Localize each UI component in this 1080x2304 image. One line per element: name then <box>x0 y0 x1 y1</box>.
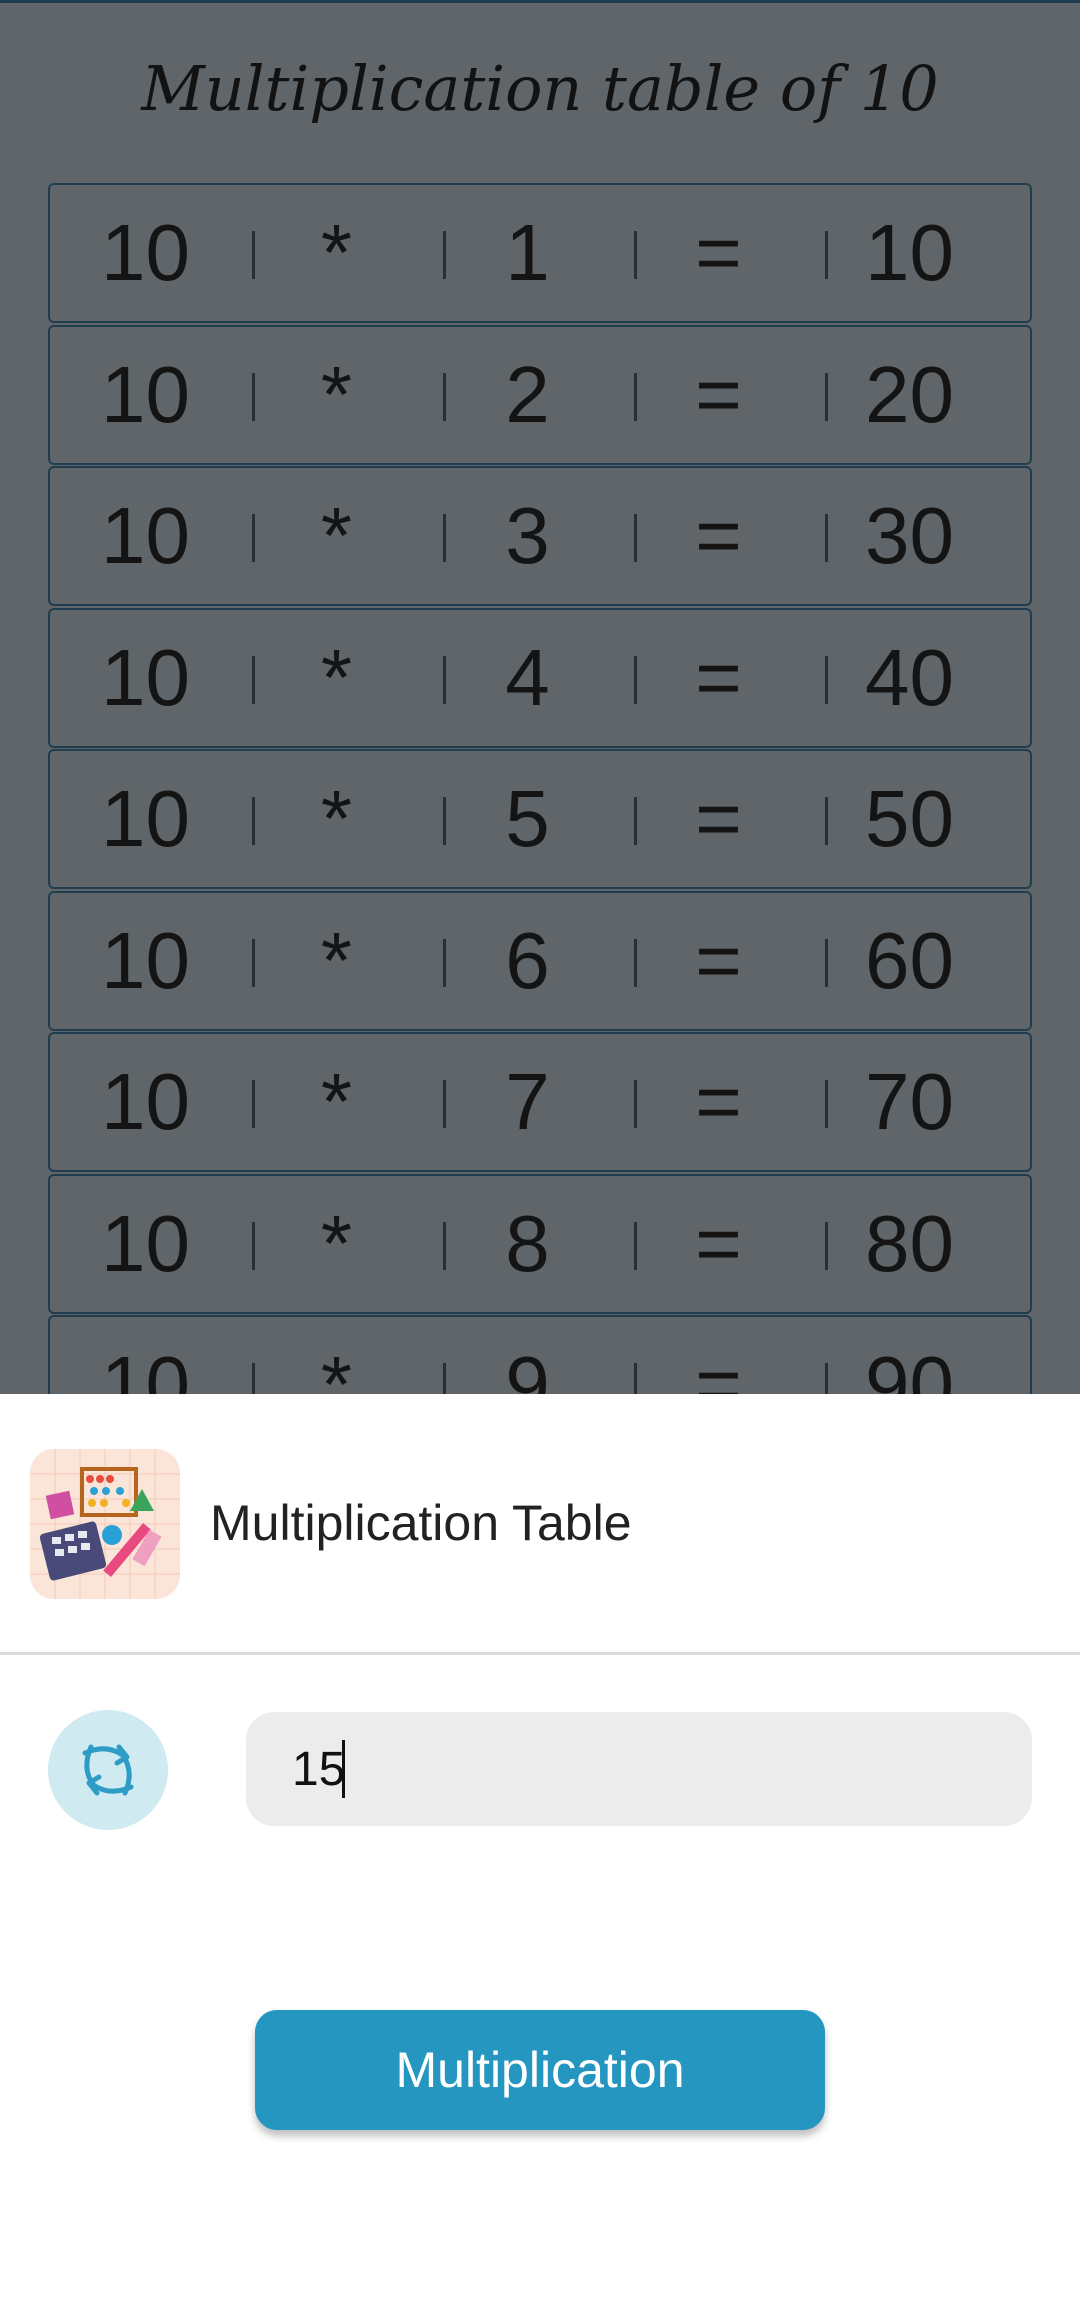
app-header: Multiplication Table <box>0 1394 1080 1654</box>
operator-cell: * <box>320 1198 353 1288</box>
operator-cell: * <box>320 349 353 439</box>
multiplier-cell: 1 <box>505 208 550 297</box>
product-cell: 90 <box>865 1340 954 1394</box>
multiplicand-cell: 10 <box>101 915 190 1005</box>
equals-cell: = <box>695 915 742 1005</box>
sheet-divider <box>0 1652 1080 1655</box>
product-cell: 80 <box>865 1198 954 1288</box>
product-cell: 60 <box>865 915 954 1005</box>
multiplicand-cell: 10 <box>101 491 190 580</box>
multiplier-cell: 4 <box>505 632 550 722</box>
multiplier-cell: 2 <box>505 349 550 439</box>
equals-cell: = <box>695 1340 742 1394</box>
equals-cell: = <box>695 632 742 722</box>
table-row: 10 * 1 = 10 <box>48 183 1032 323</box>
multiplicand-cell: 10 <box>101 1340 190 1394</box>
multiplicand-cell: 10 <box>101 208 190 297</box>
page-title: Multiplication table of 10 <box>141 52 939 125</box>
multiplier-cell: 8 <box>505 1198 550 1288</box>
app-name: Multiplication Table <box>210 1495 632 1551</box>
multiplicand-cell: 10 <box>101 632 190 722</box>
top-divider <box>0 0 1080 3</box>
product-cell: 50 <box>865 774 954 863</box>
product-cell: 10 <box>865 208 954 297</box>
operator-cell: * <box>320 1057 353 1146</box>
multiplier-cell: 9 <box>505 1340 550 1394</box>
multiplicand-cell: 10 <box>101 774 190 863</box>
table-row: 10 * 9 = 90 <box>48 1315 1032 1394</box>
operator-cell: * <box>320 915 353 1005</box>
text-caret <box>342 1740 345 1798</box>
equals-cell: = <box>695 774 742 863</box>
multiplicand-cell: 10 <box>101 1198 190 1288</box>
operator-cell: * <box>320 491 353 580</box>
operator-cell: * <box>320 632 353 722</box>
equals-cell: = <box>695 208 742 297</box>
equals-cell: = <box>695 491 742 580</box>
equals-cell: = <box>695 1057 742 1146</box>
table-row: 10 * 5 = 50 <box>48 749 1032 889</box>
multiplicand-cell: 10 <box>101 1057 190 1146</box>
table-row: 10 * 7 = 70 <box>48 1032 1032 1172</box>
multiplier-cell: 7 <box>505 1057 550 1146</box>
multiplication-button[interactable]: Multiplication <box>255 2010 825 2130</box>
product-cell: 20 <box>865 349 954 439</box>
share-bottom-sheet: Multiplication Table Multiplication <box>0 1394 1080 2304</box>
equals-cell: = <box>695 349 742 439</box>
multiplier-cell: 5 <box>505 774 550 863</box>
product-cell: 30 <box>865 491 954 580</box>
table-row: 10 * 3 = 30 <box>48 466 1032 606</box>
multiplicand-cell: 10 <box>101 349 190 439</box>
operator-cell: * <box>320 774 353 863</box>
operator-cell: * <box>320 208 353 297</box>
table-row: 10 * 8 = 80 <box>48 1173 1032 1314</box>
table-row: 10 * 2 = 20 <box>48 324 1032 465</box>
equals-cell: = <box>695 1198 742 1288</box>
product-cell: 70 <box>865 1057 954 1146</box>
number-input[interactable] <box>246 1712 1032 1826</box>
table-screen: Multiplication table of 10 10 * 1 = 10 10 * 2 = 2… <box>0 0 1080 1394</box>
multiplier-cell: 3 <box>505 491 550 580</box>
multiplier-cell: 6 <box>505 915 550 1005</box>
table-row: 10 * 4 = 40 <box>48 607 1032 748</box>
table-row: 10 * 6 = 60 <box>48 890 1032 1031</box>
product-cell: 40 <box>865 632 954 722</box>
rotate-arrows-icon[interactable] <box>48 1710 168 1830</box>
app-icon <box>30 1449 180 1599</box>
operator-cell: * <box>320 1340 353 1394</box>
